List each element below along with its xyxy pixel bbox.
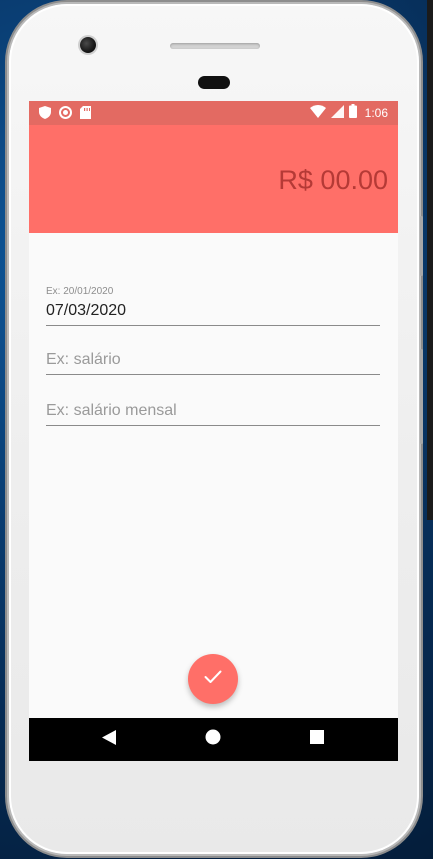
status-right-icons: 1:06 xyxy=(309,104,388,121)
date-field-value[interactable]: 07/03/2020 xyxy=(46,300,380,322)
home-button[interactable] xyxy=(193,718,233,761)
category-field[interactable]: Ex: salário xyxy=(46,349,380,375)
description-field-placeholder[interactable]: Ex: salário mensal xyxy=(46,400,380,422)
category-field-underline xyxy=(46,374,380,375)
description-field-underline xyxy=(46,425,380,426)
status-time: 1:06 xyxy=(364,105,388,120)
recents-icon xyxy=(310,730,324,749)
date-field[interactable]: Ex: 20/01/2020 07/03/2020 xyxy=(46,286,380,326)
volume-button xyxy=(420,349,423,444)
balance-amount: R$ 00.00 xyxy=(278,165,388,195)
recents-button[interactable] xyxy=(297,718,337,761)
date-field-label: Ex: 20/01/2020 xyxy=(46,286,114,297)
transaction-form: Ex: 20/01/2020 07/03/2020 Ex: salário Ex… xyxy=(46,286,380,426)
desktop-background-edge xyxy=(427,0,433,520)
shield-icon xyxy=(39,106,51,124)
wifi-icon xyxy=(309,104,326,121)
battery-icon xyxy=(348,104,357,121)
confirm-fab-button[interactable] xyxy=(188,654,238,704)
front-camera xyxy=(80,37,96,53)
category-field-placeholder[interactable]: Ex: salário xyxy=(46,349,380,371)
sd-card-icon xyxy=(80,106,91,124)
status-bar: 1:06 xyxy=(29,101,398,125)
home-icon xyxy=(205,729,221,750)
signal-icon xyxy=(330,104,344,121)
check-icon xyxy=(204,670,222,689)
circle-icon xyxy=(59,106,72,124)
proximity-sensor xyxy=(198,76,230,89)
navigation-bar xyxy=(29,718,398,761)
back-icon xyxy=(102,729,116,750)
description-field[interactable]: Ex: salário mensal xyxy=(46,400,380,426)
power-button xyxy=(420,216,423,276)
phone-frame: 1:06 R$ 00.00 Ex: 20/01/2020 07/03/2020 … xyxy=(9,4,423,854)
date-field-underline xyxy=(46,325,380,326)
earpiece-speaker xyxy=(170,43,260,49)
balance-header: R$ 00.00 xyxy=(29,125,398,233)
screen: 1:06 R$ 00.00 Ex: 20/01/2020 07/03/2020 … xyxy=(29,101,398,761)
back-button[interactable] xyxy=(89,718,129,761)
status-left-icons xyxy=(39,106,91,124)
